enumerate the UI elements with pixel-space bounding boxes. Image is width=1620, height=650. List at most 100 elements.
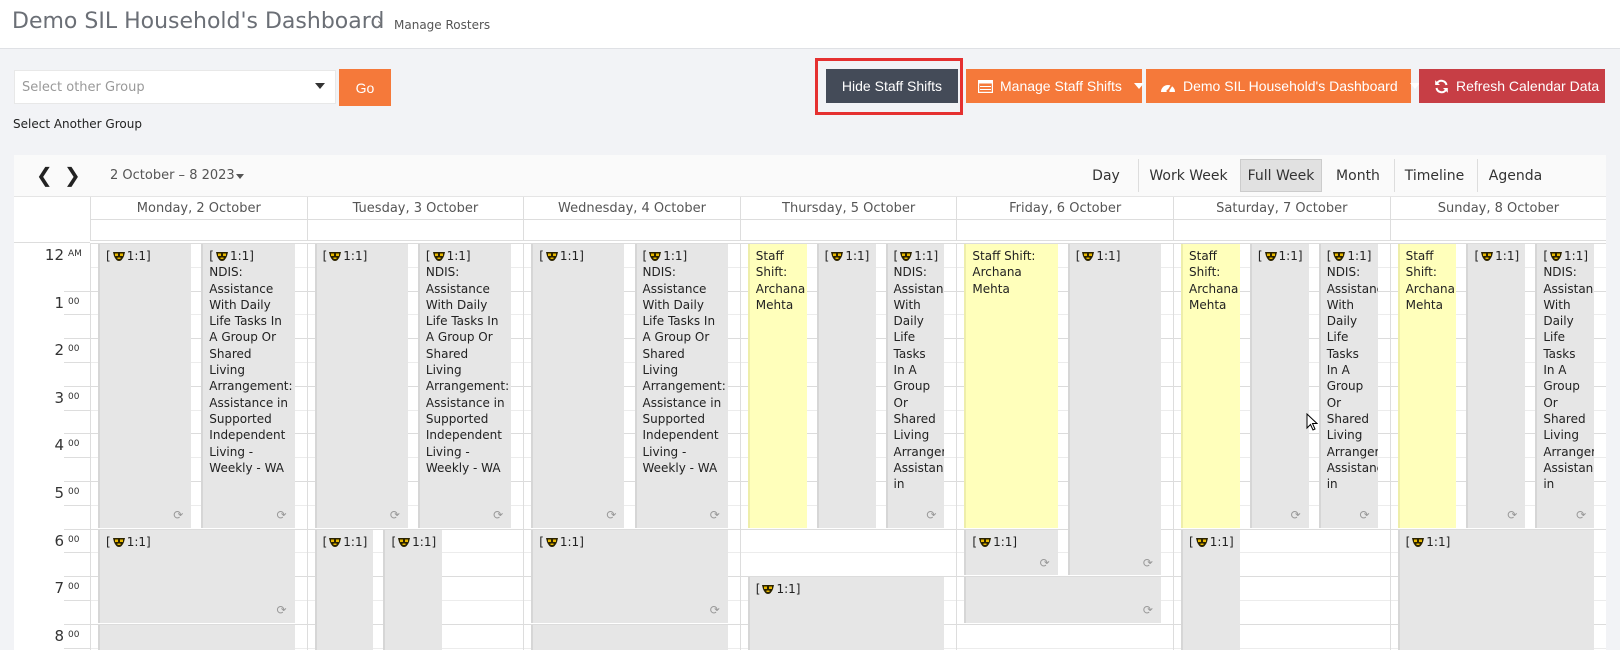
gutter-line [64, 290, 90, 292]
header-gutter [14, 197, 90, 243]
event-title: Staff Shift: Archana Mehta [972, 249, 1036, 296]
recurring-icon: ⟳ [709, 508, 720, 523]
recurring-icon: ⟳ [389, 508, 400, 523]
event-title: [1:1] NDIS: Assistance With Daily Life T… [893, 249, 945, 492]
support-event[interactable]: [1:1] [314, 529, 374, 650]
group-select-placeholder: Select other Group [22, 80, 145, 95]
chevron-down-icon [315, 83, 325, 89]
support-event[interactable]: [1:1] [747, 577, 945, 650]
all-day-cell[interactable] [90, 220, 307, 241]
time-label-hour: 4 [54, 436, 64, 455]
support-event[interactable]: [1:1] ⟳ [1466, 244, 1526, 528]
view-timeline[interactable]: Timeline [1394, 159, 1474, 192]
support-event[interactable]: [1:1] ⟳ [98, 529, 295, 623]
all-day-cell[interactable] [956, 220, 1173, 241]
recurring-icon: ⟳ [606, 508, 617, 523]
time-label-hour: 8 [54, 626, 64, 645]
all-day-cell[interactable] [523, 220, 740, 241]
view-work-week[interactable]: Work Week [1138, 159, 1238, 192]
event-title: [1:1] [391, 534, 437, 549]
mask-icon [831, 252, 844, 261]
support-event[interactable] [98, 624, 295, 650]
event-title: [1:1] [1257, 249, 1303, 263]
dashboard-gauge-icon [1160, 78, 1176, 94]
support-event[interactable]: [1:1] ⟳ [314, 244, 408, 528]
refresh-calendar-button[interactable]: Refresh Calendar Data [1419, 69, 1605, 103]
mouse-cursor-icon [1306, 413, 1318, 431]
calendar-icon [978, 78, 993, 94]
all-day-cell[interactable] [1173, 220, 1390, 241]
group-select[interactable]: Select other Group [14, 70, 336, 104]
breadcrumb-manage-rosters[interactable]: Manage Rosters [394, 18, 490, 32]
time-label-hour: 6 [54, 531, 64, 550]
day-column-divider [1173, 243, 1174, 650]
all-day-cell[interactable] [1389, 220, 1606, 241]
support-event[interactable]: [1:1] [1181, 529, 1240, 650]
view-full-week[interactable]: Full Week [1240, 159, 1322, 192]
mask-icon [1550, 252, 1563, 261]
event-title: [1:1] [106, 249, 151, 263]
support-event[interactable]: [1:1] ⟳ [1067, 244, 1161, 576]
support-event[interactable]: [1:1] ⟳ [1249, 244, 1309, 528]
support-event[interactable] [531, 624, 728, 650]
support-event[interactable]: [1:1] NDIS: Assistance With Daily Life T… [885, 244, 945, 528]
mask-icon [900, 252, 913, 261]
gutter-line [64, 576, 90, 578]
time-label-minutes: 00 [68, 391, 80, 402]
date-range-picker[interactable]: 2 October – 8 2023 [110, 168, 235, 183]
staff-shift-event[interactable]: Staff Shift: Archana Mehta [747, 244, 807, 528]
support-event[interactable]: [1:1] [816, 244, 876, 528]
support-event[interactable]: [1:1] ⟳ [531, 529, 728, 623]
gutter-line [64, 385, 90, 387]
support-event[interactable]: [1:1] [383, 529, 443, 650]
day-header-6: Sunday, 8 October [1389, 197, 1606, 220]
dashboard-label: Demo SIL Household's Dashboard [1183, 78, 1398, 94]
support-event[interactable]: [1:1] NDIS: Assistance With Daily Life T… [201, 244, 295, 528]
event-title: Staff Shift: Archana Mehta [1405, 249, 1455, 312]
staff-shift-event[interactable]: Staff Shift: Archana Mehta [964, 244, 1058, 528]
support-event[interactable]: [1:1] NDIS: Assistance With Daily Life T… [417, 244, 512, 528]
staff-shift-event[interactable]: Staff Shift: Archana Mehta [1181, 244, 1240, 528]
top-bar: Demo SIL Household's Dashboard › Manage … [0, 0, 1620, 49]
day-header-3: Thursday, 5 October [739, 197, 957, 220]
support-event[interactable]: [1:1] ⟳ [531, 244, 625, 528]
mask-icon [545, 537, 558, 547]
event-title: [1:1] [539, 534, 584, 549]
mask-icon [1264, 252, 1277, 261]
support-event[interactable]: ⟳ [964, 577, 1161, 623]
support-event[interactable]: [1:1] NDIS: Assistance With Daily Life T… [634, 244, 728, 528]
day-header-2: Wednesday, 4 October [523, 197, 740, 220]
recurring-icon: ⟳ [1142, 555, 1153, 570]
all-day-cell[interactable] [306, 220, 524, 241]
support-event[interactable]: [1:1] NDIS: Assistance With Daily Life T… [1535, 244, 1595, 528]
recurring-icon: ⟳ [276, 603, 287, 618]
support-event[interactable]: [1:1] NDIS: Assistance With Daily Life T… [1318, 244, 1378, 528]
event-title: [1:1] [972, 534, 1018, 549]
view-day[interactable]: Day [1076, 159, 1136, 192]
view-month[interactable]: Month [1324, 159, 1392, 192]
mask-icon [1333, 252, 1346, 261]
view-agenda[interactable]: Agenda [1477, 159, 1553, 192]
manage-staff-shifts-button[interactable]: Manage Staff Shifts [966, 69, 1144, 103]
select-group-label: Select Another Group [13, 117, 142, 131]
support-event[interactable]: [1:1] ⟳ [964, 529, 1058, 576]
all-day-cell[interactable] [739, 220, 957, 241]
mask-icon [1082, 252, 1095, 261]
time-label-minutes: 00 [68, 582, 80, 593]
gutter-line [64, 409, 90, 411]
mask-icon [329, 252, 342, 261]
support-event[interactable]: [1:1] [1397, 529, 1595, 650]
support-event[interactable]: [1:1] ⟳ [98, 244, 192, 528]
gutter-line [64, 314, 90, 316]
day-column-divider [1389, 243, 1391, 650]
time-grid: 12 AM 1 00 2 00 3 00 4 00 5 00 6 00 7 00 8 00[1:1] ⟳[1:1] … [14, 243, 1606, 650]
previous-week-icon[interactable]: ❮ [36, 163, 53, 187]
calendar-toolbar: ❮ ❯ 2 October – 8 2023 Day Work Week Full … [14, 155, 1606, 197]
dashboard-dropdown-button[interactable]: Demo SIL Household's Dashboard [1146, 69, 1420, 103]
staff-shift-event[interactable]: Staff Shift: Archana Mehta [1397, 244, 1457, 528]
chevron-down-icon[interactable] [236, 174, 244, 179]
go-button[interactable]: Go [339, 69, 391, 106]
next-week-icon[interactable]: ❯ [64, 163, 81, 187]
gutter-line [64, 433, 90, 435]
breadcrumb-separator: › [377, 16, 383, 32]
